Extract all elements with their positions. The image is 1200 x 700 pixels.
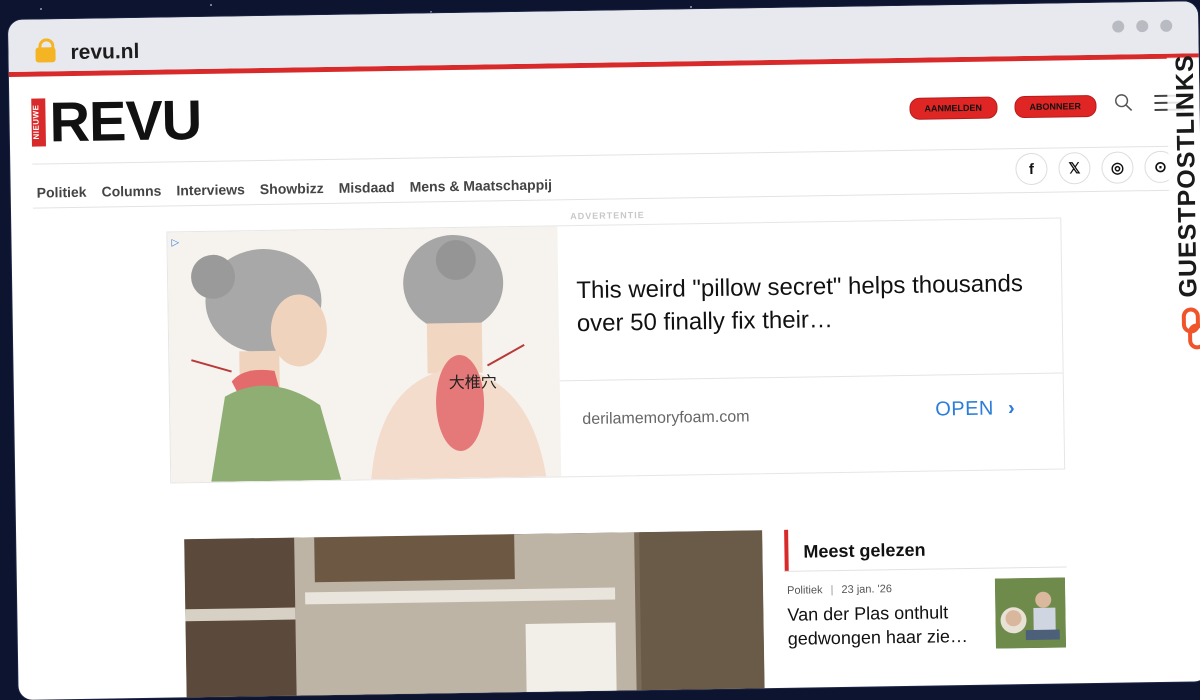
page-content: NIEUWE REVU AANMELDEN ABONNEER Politiek … <box>9 58 1200 700</box>
nav-item-showbizz[interactable]: Showbizz <box>260 180 324 197</box>
ad-headline[interactable]: This weird "pillow secret" helps thousan… <box>576 267 1027 340</box>
address-bar[interactable]: revu.nl <box>70 40 139 65</box>
logo-wordmark: REVU <box>49 87 202 154</box>
window-controls <box>1112 19 1173 33</box>
lock-icon <box>35 47 56 63</box>
browser-window: revu.nl NIEUWE REVU AANMELDEN ABONNEER P… <box>8 1 1200 700</box>
ad-domain: derilamemoryfoam.com <box>582 408 750 429</box>
nav-item-politiek[interactable]: Politiek <box>37 184 87 201</box>
chain-link-icon <box>1181 307 1200 350</box>
window-dot-icon[interactable] <box>1112 20 1125 33</box>
advertisement[interactable]: 大椎穴 ▷ This weird "pillow secret" helps t… <box>166 217 1066 484</box>
watermark-text: GUESTPOSTLINKS <box>1170 54 1200 298</box>
ad-label: ADVERTENTIE <box>570 210 645 222</box>
header-divider <box>32 145 1181 165</box>
x-icon[interactable]: 𝕏 <box>1058 152 1091 185</box>
main-nav: Politiek Columns Interviews Showbizz Mis… <box>37 176 553 200</box>
window-dot-icon[interactable] <box>1136 20 1149 33</box>
ad-open-label: OPEN <box>935 397 995 421</box>
ad-text-panel: This weird "pillow secret" helps thousan… <box>557 218 1064 476</box>
hero-image[interactable] <box>184 530 765 700</box>
window-dot-icon[interactable] <box>1160 19 1173 32</box>
article-title[interactable]: Van der Plas onthult gedwongen haar zie… <box>787 600 988 651</box>
most-read-title: Meest gelezen <box>803 539 926 562</box>
nav-item-interviews[interactable]: Interviews <box>176 181 245 198</box>
subscribe-button[interactable]: ABONNEER <box>1014 94 1097 119</box>
nav-item-columns[interactable]: Columns <box>101 183 161 200</box>
logo-tag: NIEUWE <box>31 98 46 147</box>
ad-art-text: 大椎穴 <box>449 372 497 392</box>
chevron-right-icon: › <box>1007 397 1016 420</box>
instagram-icon[interactable]: ◎ <box>1101 151 1134 184</box>
ad-divider <box>559 372 1063 382</box>
facebook-icon[interactable]: f <box>1015 152 1048 186</box>
article-category[interactable]: Politiek <box>787 584 823 597</box>
most-read-header: Meest gelezen <box>784 525 1069 572</box>
ad-open-button[interactable]: OPEN › <box>935 397 1015 421</box>
meta-separator: | <box>830 584 834 597</box>
social-links: f 𝕏 ◎ ⊙ <box>1015 150 1177 186</box>
ad-illustration: 大椎穴 <box>167 226 562 483</box>
nav-item-misdaad[interactable]: Misdaad <box>339 179 395 196</box>
login-button[interactable]: AANMELDEN <box>909 96 998 120</box>
search-icon[interactable] <box>1114 93 1133 112</box>
article-meta: Politiek | 23 jan. '26 <box>787 583 892 597</box>
article-date: 23 jan. '26 <box>841 583 893 596</box>
ad-info-icon[interactable]: ▷ <box>171 237 179 248</box>
article-thumbnail[interactable] <box>994 577 1066 649</box>
site-logo[interactable]: NIEUWE REVU <box>31 87 202 154</box>
guestpostlinks-watermark: GUESTPOSTLINKS <box>1166 54 1200 358</box>
nav-item-mens-maatschappij[interactable]: Mens & Maatschappij <box>410 176 553 194</box>
